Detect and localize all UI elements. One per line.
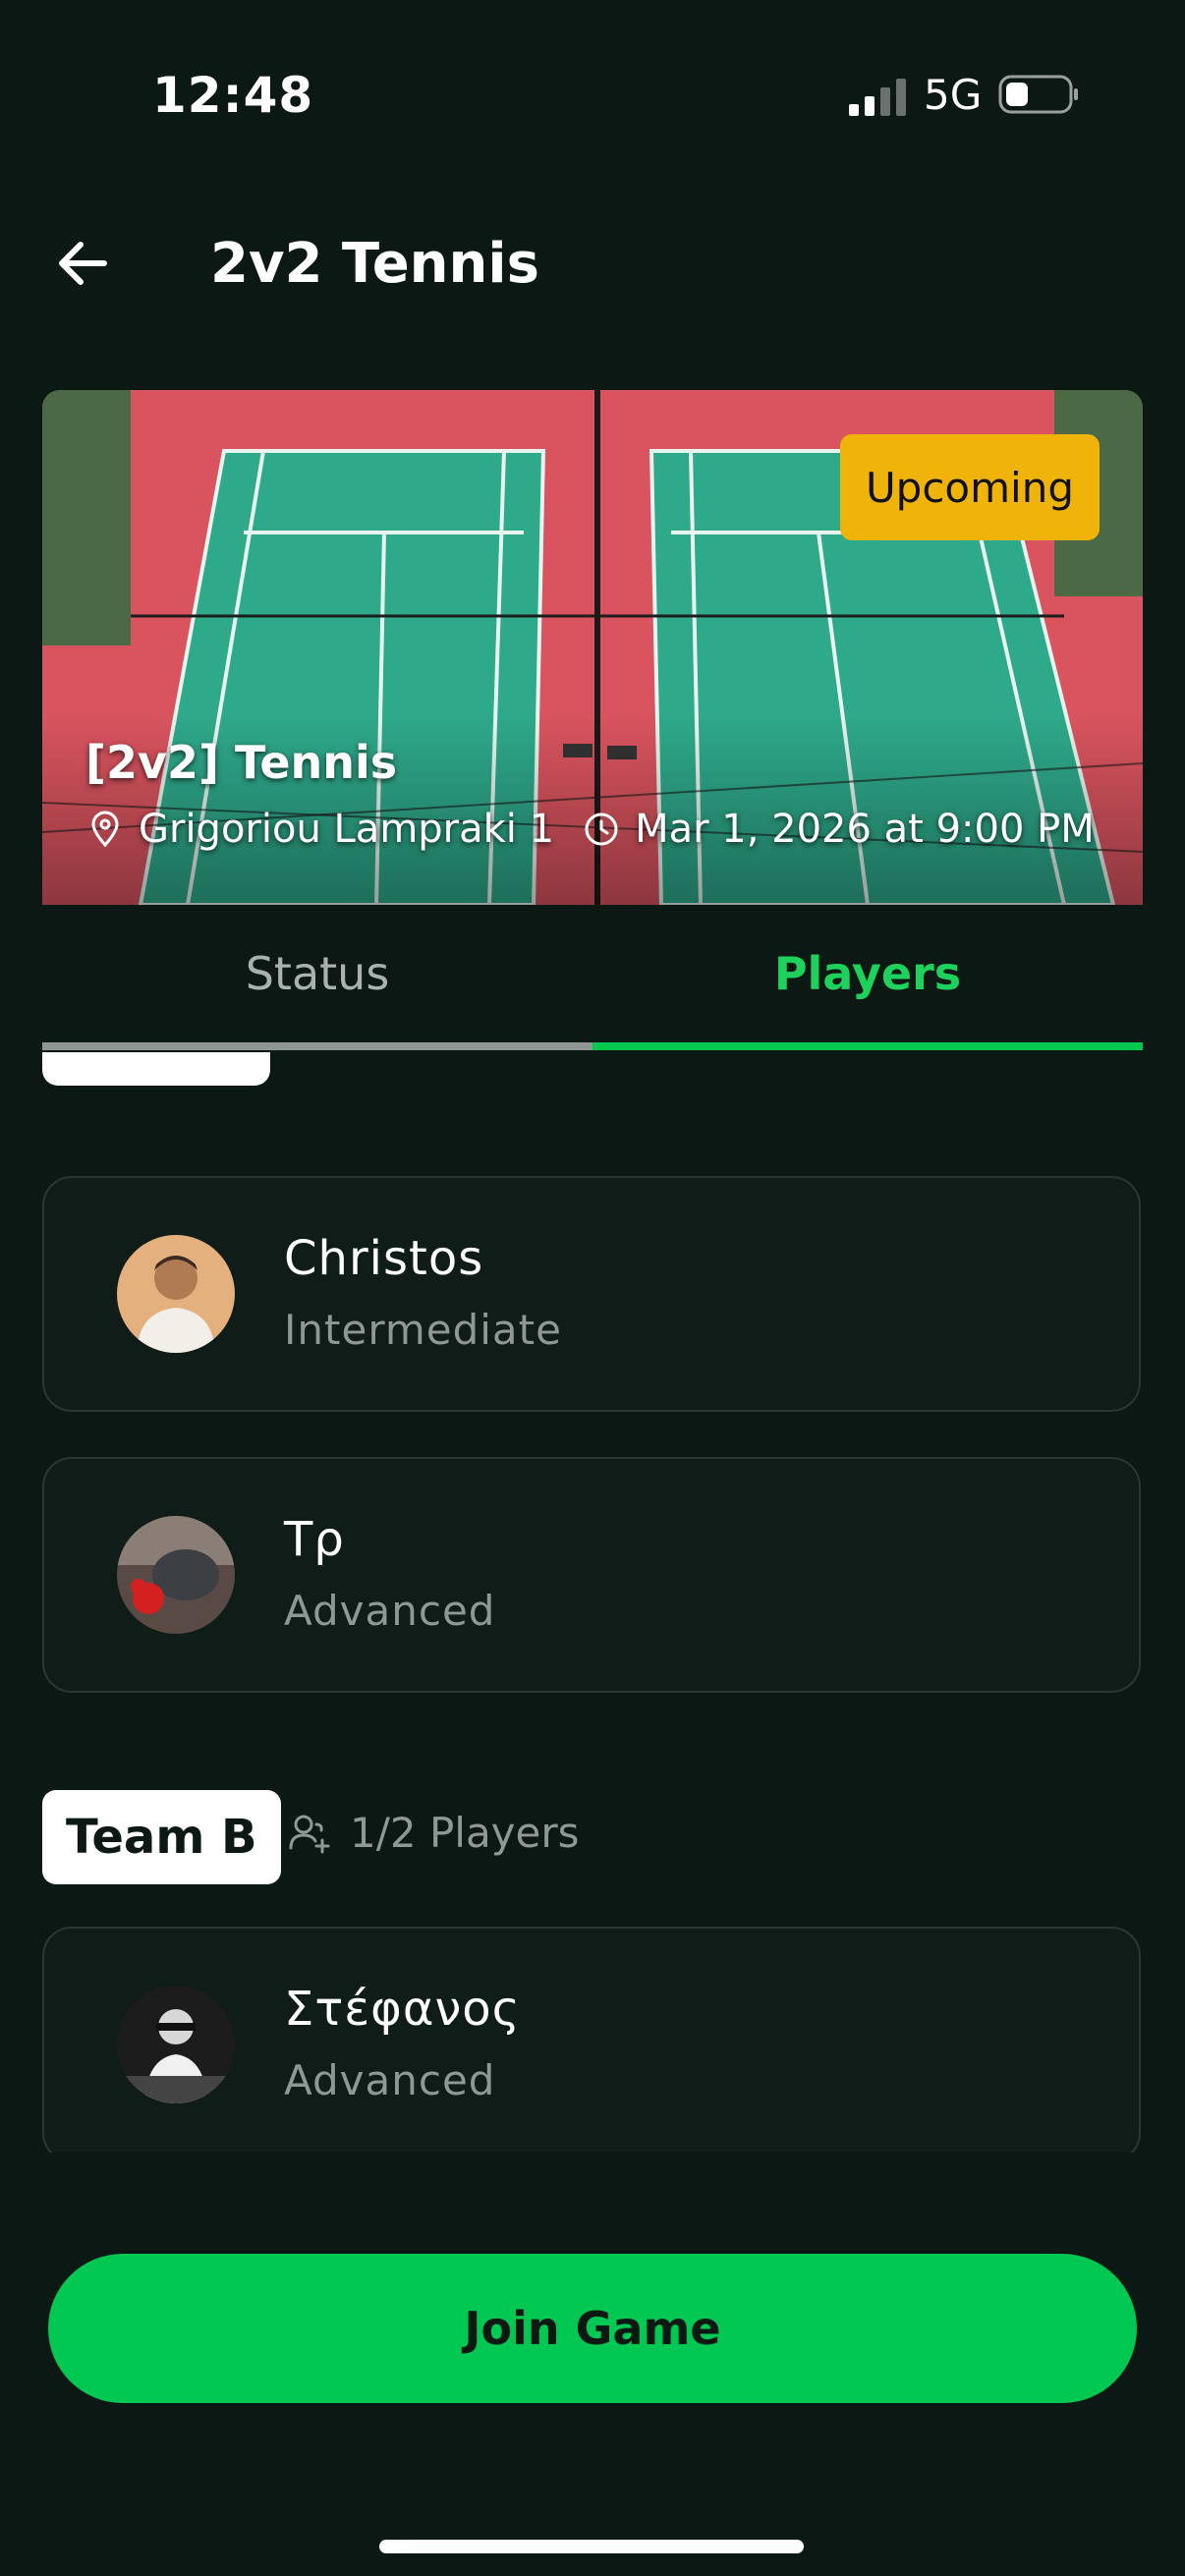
player-name: Christos <box>284 1231 484 1286</box>
join-game-button[interactable]: Join Game <box>48 2254 1137 2403</box>
team-b-count-text: 1/2 Players <box>350 1809 580 1857</box>
player-card[interactable]: Τρ Advanced <box>42 1457 1141 1693</box>
player-level: Intermediate <box>284 1306 562 1354</box>
clock-icon <box>585 812 618 846</box>
location-pin-icon <box>91 811 119 848</box>
network-label: 5G <box>924 71 983 119</box>
arrow-left-icon <box>59 242 107 285</box>
status-badge: Upcoming <box>839 434 1100 540</box>
game-datetime: Mar 1, 2026 at 9:00 PM <box>635 807 1095 852</box>
player-name: Στέφανος <box>284 1982 521 2037</box>
page-title: 2v2 Tennis <box>210 232 539 296</box>
status-time: 12:48 <box>152 67 314 124</box>
game-location: Grigoriou Lampraki 1 <box>139 807 555 852</box>
status-bar: 12:48 5G <box>0 0 1185 187</box>
game-title: [2v2] Tennis <box>85 736 398 789</box>
battery-icon <box>998 75 1078 114</box>
player-name: Τρ <box>284 1512 345 1567</box>
tab-players[interactable]: Players <box>592 905 1143 1042</box>
team-b-count: 1/2 Players <box>287 1809 580 1857</box>
player-card[interactable]: Στέφανος Advanced <box>42 1927 1141 2153</box>
back-button[interactable] <box>47 228 118 299</box>
avatar <box>117 1235 235 1353</box>
team-b-label: Team B <box>42 1790 281 1884</box>
home-indicator[interactable] <box>379 2540 804 2553</box>
avatar <box>117 1986 235 2103</box>
player-level: Advanced <box>284 1587 496 1635</box>
game-hero-banner: Upcoming [2v2] Tennis Grigoriou Lampraki… <box>42 390 1143 905</box>
signal-icon <box>849 79 906 116</box>
player-level: Advanced <box>284 2056 496 2104</box>
add-user-icon <box>289 1815 330 1853</box>
team-a-label-pill <box>42 1052 270 1086</box>
avatar <box>117 1516 235 1634</box>
tab-underline-active <box>592 1042 1143 1050</box>
game-meta: Grigoriou Lampraki 1 Mar 1, 2026 at 9:00… <box>85 807 1095 852</box>
tab-status[interactable]: Status <box>42 905 592 1042</box>
tab-bar: Status Players <box>42 905 1143 1052</box>
tab-underline-status <box>42 1042 592 1050</box>
player-card[interactable]: Christos Intermediate <box>42 1176 1141 1412</box>
players-list[interactable]: Christos Intermediate Τρ Advanced Team B… <box>0 1052 1185 2153</box>
